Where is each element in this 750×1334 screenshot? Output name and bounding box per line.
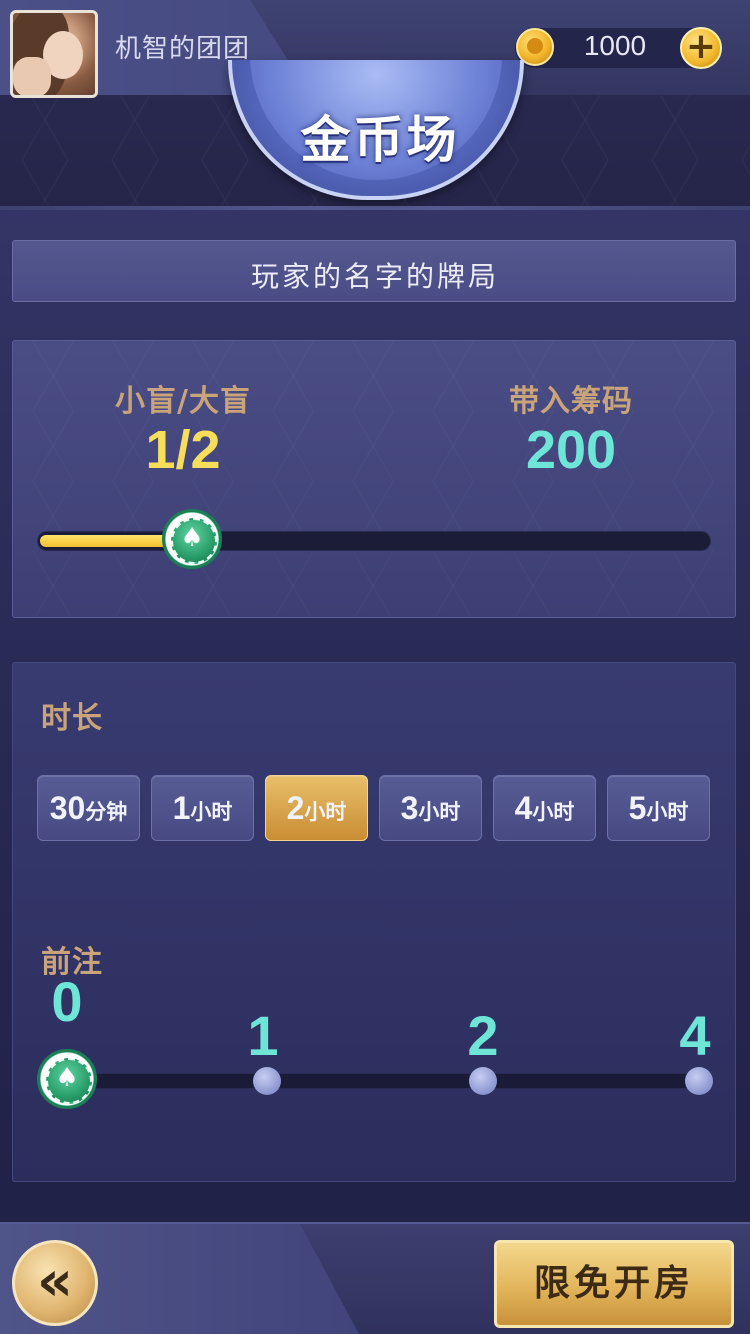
duration-option-2h[interactable]: 2小时 — [265, 775, 368, 841]
blinds-slider-handle[interactable]: ♠ — [162, 509, 223, 569]
duration-option-30min[interactable]: 30分钟 — [37, 775, 140, 841]
ante-value-0[interactable]: 0 — [27, 969, 107, 1034]
ante-value-4[interactable]: 4 — [655, 1003, 735, 1068]
create-room-button[interactable]: 限免开房 — [494, 1240, 734, 1328]
duration-option-5h[interactable]: 5小时 — [607, 775, 710, 841]
ante-value-1[interactable]: 1 — [223, 1003, 303, 1068]
duration-label: 时长 — [41, 701, 103, 736]
ante-slider-handle[interactable]: ♠ — [37, 1049, 97, 1109]
spade-chip-icon: ♠ — [180, 523, 204, 553]
room-name-bar[interactable]: 玩家的名字的牌局 — [12, 240, 736, 302]
blinds-label: 小盲/大盲 — [115, 384, 251, 419]
coin-amount: 1000 — [583, 30, 647, 61]
ante-stop-2[interactable] — [469, 1067, 497, 1095]
footer: « 限免开房 — [0, 1222, 750, 1334]
blinds-value: 1/2 — [145, 420, 221, 480]
add-coin-button[interactable]: + — [680, 27, 722, 69]
duration-option-3h[interactable]: 3小时 — [379, 775, 482, 841]
ante-stop-1[interactable] — [253, 1067, 281, 1095]
spade-chip-icon: ♠ — [55, 1063, 79, 1093]
blinds-panel: 小盲/大盲 1/2 带入筹码 200 ♠ — [12, 340, 736, 618]
ante-slider-track[interactable] — [53, 1073, 713, 1089]
back-button[interactable]: « — [12, 1240, 98, 1326]
buyin-label: 带入筹码 — [509, 384, 633, 419]
ante-stop-4[interactable] — [685, 1067, 713, 1095]
options-panel: 时长 30分钟 1小时 2小时 3小时 4小时 5小时 前注 0 1 2 4 ♠ — [12, 662, 736, 1182]
page-title: 金币场 — [300, 111, 460, 169]
avatar[interactable] — [10, 10, 98, 98]
duration-option-1h[interactable]: 1小时 — [151, 775, 254, 841]
duration-option-4h[interactable]: 4小时 — [493, 775, 596, 841]
buyin-value: 200 — [525, 420, 617, 480]
blinds-slider-track[interactable] — [37, 531, 711, 551]
room-name: 玩家的名字的牌局 — [250, 260, 499, 293]
header-divider — [0, 206, 750, 210]
ante-value-2[interactable]: 2 — [443, 1003, 523, 1068]
double-chevron-left-icon: « — [36, 1249, 73, 1314]
